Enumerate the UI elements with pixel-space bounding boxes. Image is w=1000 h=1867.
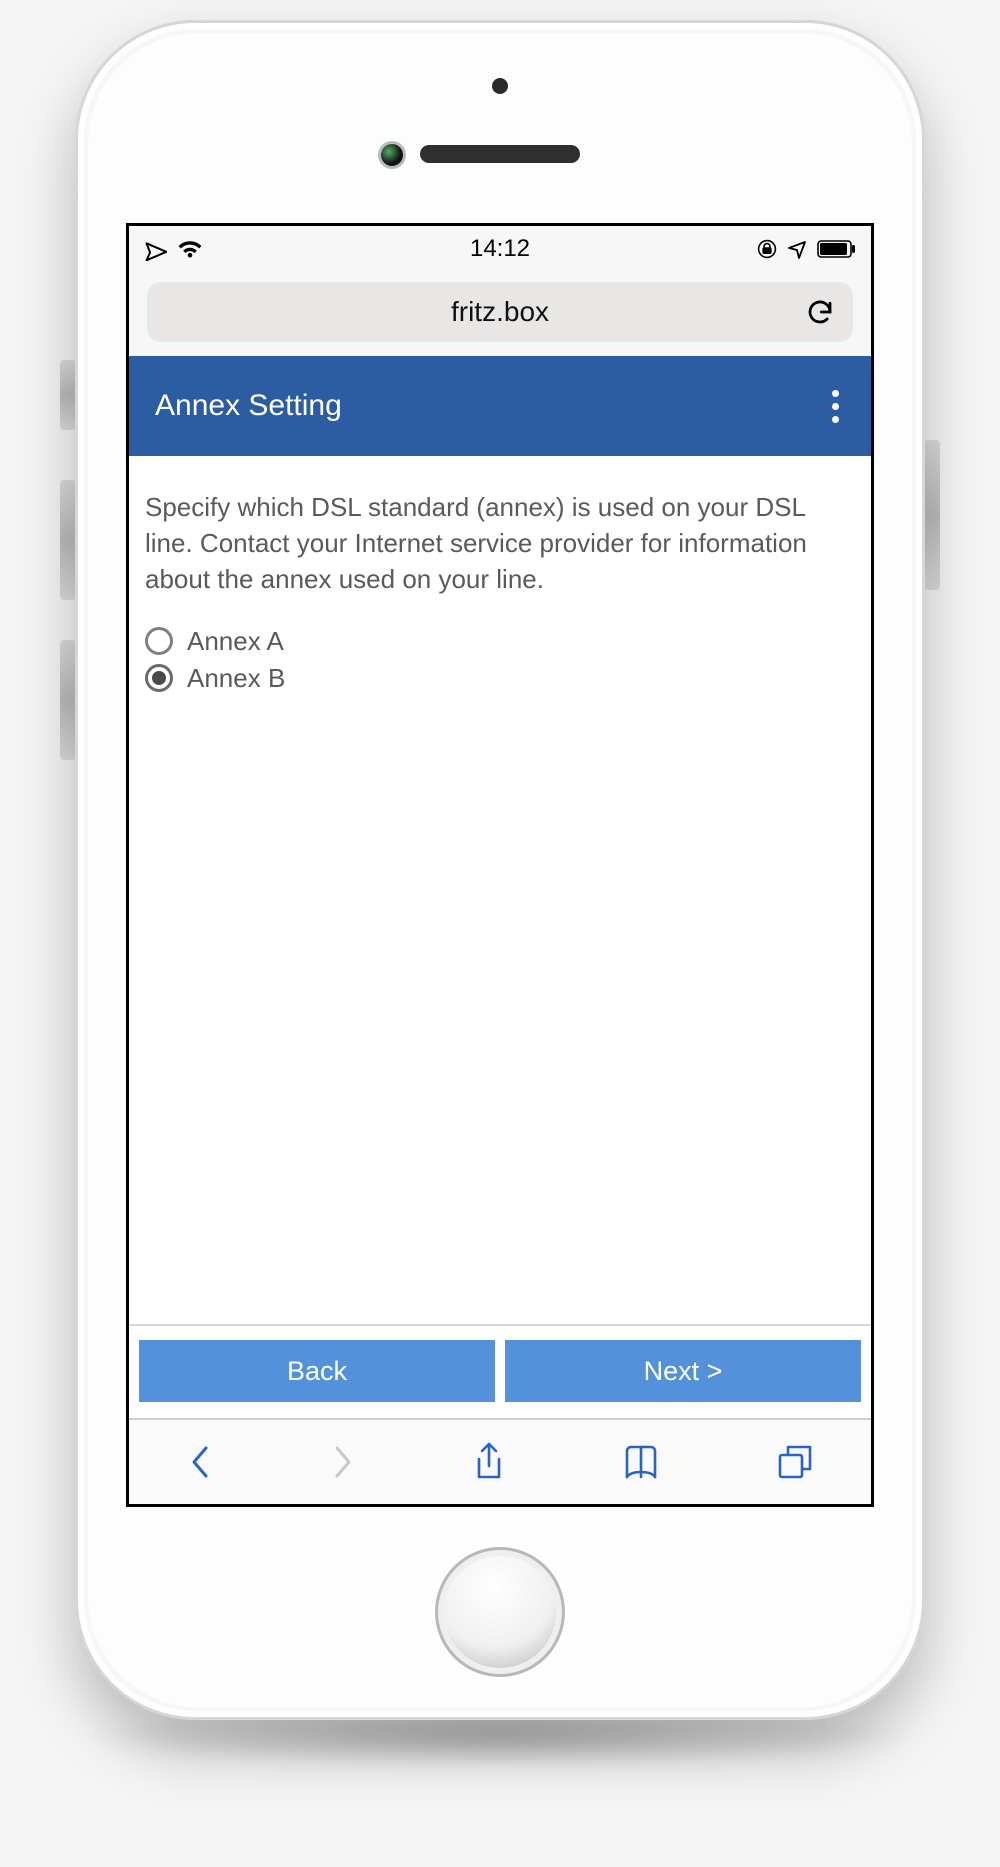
front-camera	[378, 141, 406, 169]
status-time: 14:12	[470, 235, 530, 263]
wifi-icon	[177, 239, 203, 259]
battery-icon	[817, 240, 857, 258]
orientation-lock-icon	[757, 239, 777, 259]
radio-label: Annex A	[187, 626, 284, 657]
airplane-icon	[143, 237, 167, 261]
description-text: Specify which DSL standard (annex) is us…	[129, 490, 871, 620]
share-icon[interactable]	[472, 1441, 506, 1483]
radio-option-annex-b[interactable]: Annex B	[145, 663, 855, 694]
radio-icon	[145, 627, 173, 655]
wizard-footer: Back Next >	[129, 1324, 871, 1418]
nav-back-icon[interactable]	[186, 1442, 214, 1482]
home-button[interactable]	[435, 1547, 565, 1677]
volume-down-button	[60, 640, 76, 760]
power-button	[924, 440, 940, 590]
back-button[interactable]: Back	[139, 1340, 495, 1402]
annex-radio-group: Annex A Annex B	[129, 620, 871, 700]
mute-switch	[60, 360, 76, 430]
page-title: Annex Setting	[155, 389, 342, 423]
radio-label: Annex B	[187, 663, 285, 694]
bookmarks-icon[interactable]	[621, 1443, 661, 1481]
proximity-sensor	[492, 78, 508, 94]
next-button[interactable]: Next >	[505, 1340, 861, 1402]
ios-status-bar: 14:12	[129, 226, 871, 272]
page-content: Specify which DSL standard (annex) is us…	[129, 456, 871, 1418]
phone-frame: 14:12 fritz.box	[75, 20, 925, 1720]
page-header: Annex Setting	[129, 356, 871, 456]
radio-option-annex-a[interactable]: Annex A	[145, 626, 855, 657]
ear-speaker	[420, 145, 580, 163]
browser-address-bar: fritz.box	[129, 272, 871, 356]
screen: 14:12 fritz.box	[126, 223, 874, 1507]
address-url: fritz.box	[451, 296, 549, 328]
tabs-icon[interactable]	[776, 1443, 814, 1481]
browser-toolbar	[129, 1418, 871, 1504]
location-icon	[787, 239, 807, 259]
volume-up-button	[60, 480, 76, 600]
reload-icon[interactable]	[805, 297, 835, 327]
address-field[interactable]: fritz.box	[147, 282, 853, 342]
radio-icon	[145, 664, 173, 692]
nav-forward-icon[interactable]	[329, 1442, 357, 1482]
more-menu-icon[interactable]	[826, 384, 845, 429]
